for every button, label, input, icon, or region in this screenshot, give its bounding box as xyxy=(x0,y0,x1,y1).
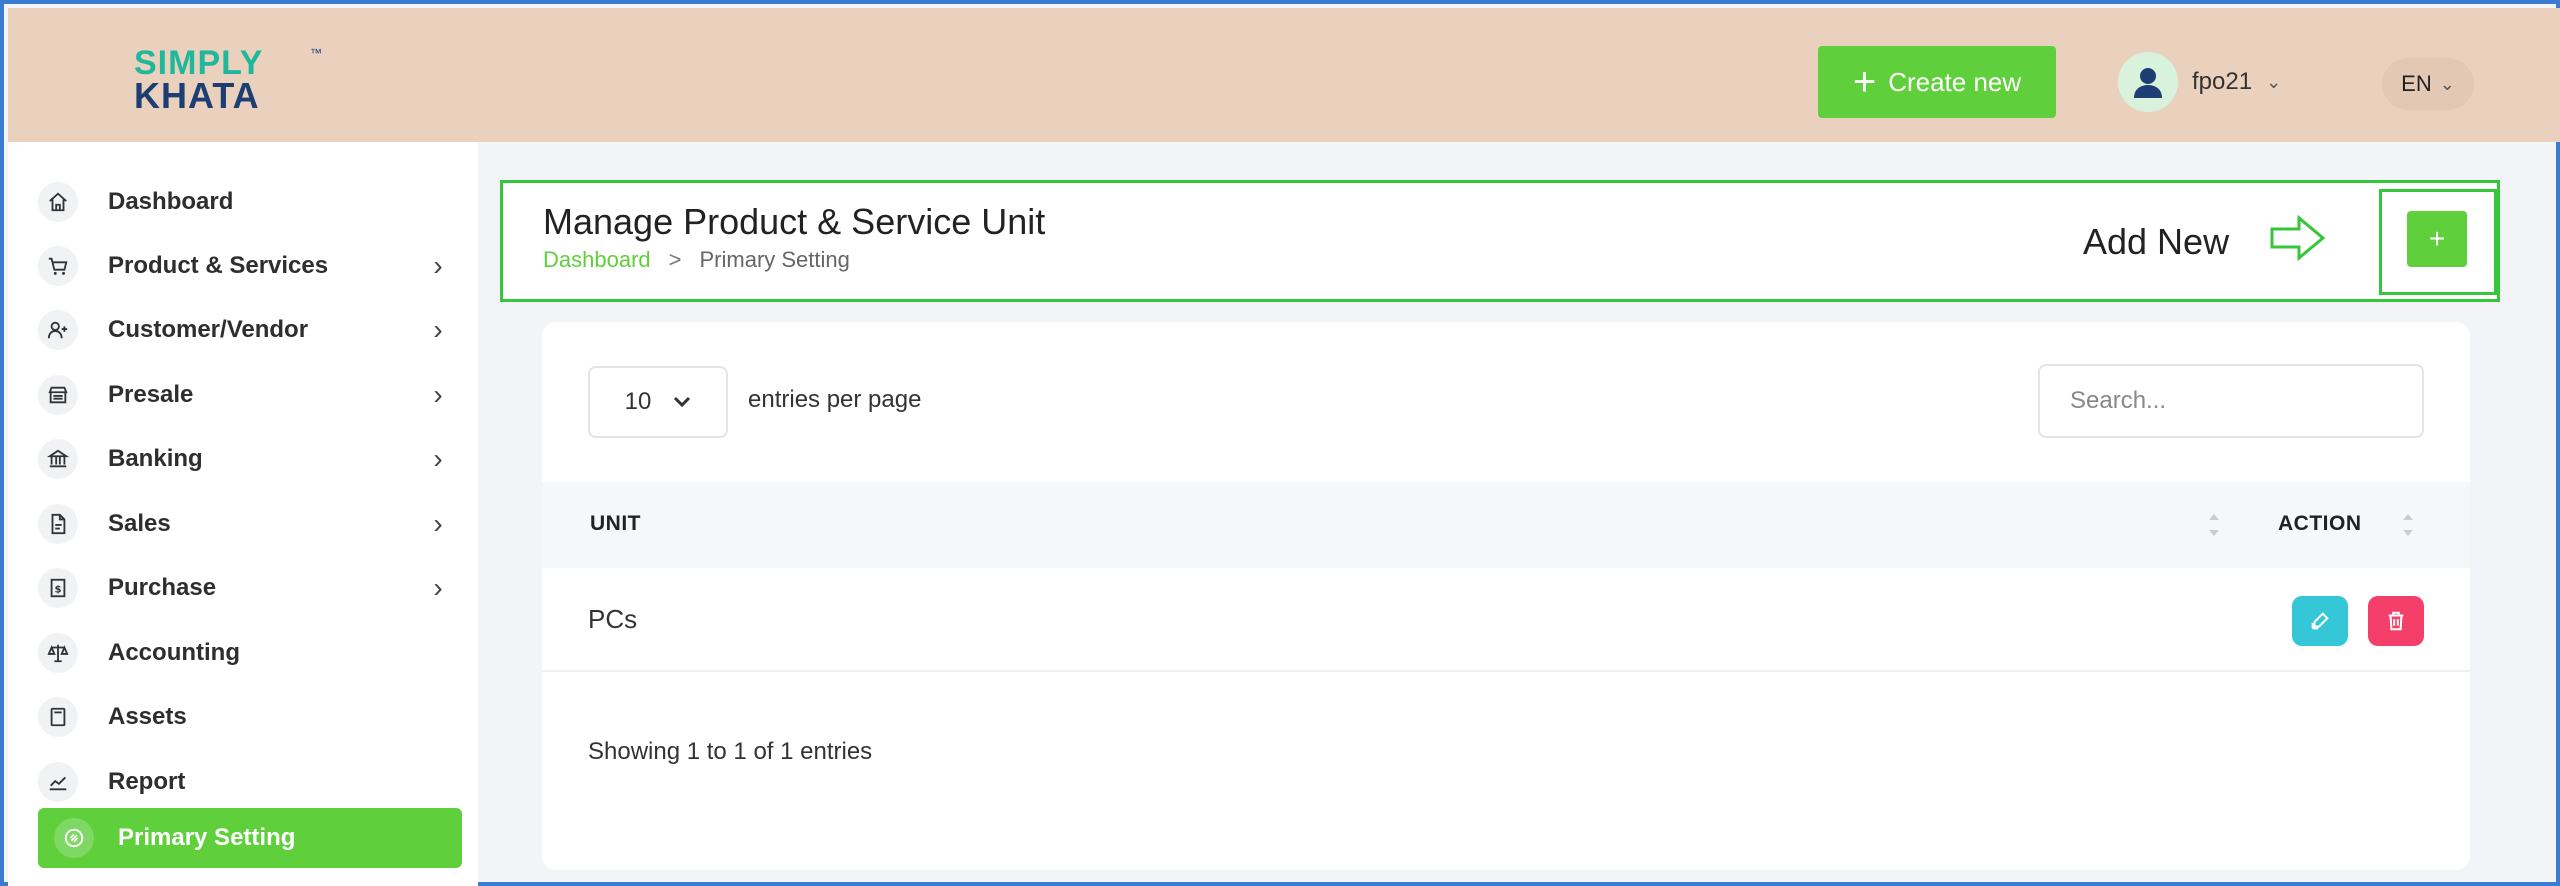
sidebar-item-label: Presale xyxy=(108,381,194,408)
table-row: PCs xyxy=(542,568,2470,672)
sidebar-item-customer-vendor[interactable]: Customer/Vendor › xyxy=(38,302,458,358)
sidebar-item-banking[interactable]: Banking › xyxy=(38,431,458,487)
logo-line-2: KHATA xyxy=(134,75,260,116)
create-new-button[interactable]: + Create new xyxy=(1818,46,2056,118)
sidebar-item-label: Report xyxy=(108,768,186,795)
add-new-button[interactable]: + xyxy=(2407,211,2467,267)
breadcrumb-link-dashboard[interactable]: Dashboard xyxy=(543,247,651,273)
entries-per-page-select[interactable]: 10 xyxy=(588,366,728,438)
sidebar-item-label: Primary Setting xyxy=(118,824,296,851)
scale-icon xyxy=(38,633,78,673)
entries-per-page-value: 10 xyxy=(624,388,652,415)
page-header: Manage Product & Service Unit Dashboard … xyxy=(500,180,2500,302)
column-header-unit[interactable]: UNIT xyxy=(590,512,641,536)
chevron-right-icon: › xyxy=(433,443,443,474)
user-plus-icon xyxy=(38,310,78,350)
user-menu[interactable]: fpo21 ⌄ xyxy=(2118,52,2281,112)
sidebar-item-label: Purchase xyxy=(108,574,217,601)
add-new-annotation: Add New xyxy=(2083,221,2230,262)
sidebar-item-label: Product & Services xyxy=(108,252,329,279)
table-header: UNIT ACTION xyxy=(542,482,2470,568)
user-name: fpo21 xyxy=(2192,68,2253,95)
sidebar-item-label: Customer/Vendor xyxy=(108,316,309,343)
chevron-right-icon: › xyxy=(433,250,443,281)
language-label: EN xyxy=(2401,71,2432,96)
sidebar-item-label: Sales xyxy=(108,510,171,537)
plus-icon: + xyxy=(1852,60,1877,104)
chevron-right-icon: › xyxy=(433,379,443,410)
chevron-down-icon: ⌄ xyxy=(2439,73,2455,94)
arrow-right-icon xyxy=(2270,214,2326,262)
sidebar-item-accounting[interactable]: Accounting xyxy=(38,625,458,681)
svg-text:$: $ xyxy=(54,585,61,596)
store-icon xyxy=(38,375,78,415)
sort-icon[interactable] xyxy=(2206,508,2222,542)
chevron-right-icon: › xyxy=(433,572,443,603)
bank-icon xyxy=(38,439,78,479)
user-icon xyxy=(2134,68,2162,98)
sidebar-item-presale[interactable]: Presale › xyxy=(38,367,458,423)
unit-table-card: 10 entries per page UNIT ACTION PCs xyxy=(542,322,2470,870)
language-selector[interactable]: EN ⌄ xyxy=(2382,58,2474,110)
sidebar-item-label: Dashboard xyxy=(108,188,234,215)
breadcrumb-separator: > xyxy=(668,247,682,272)
cart-icon xyxy=(38,246,78,286)
unit-cell: PCs xyxy=(588,604,638,634)
logo-trademark: ™ xyxy=(310,46,322,60)
sidebar-item-product-services[interactable]: Product & Services › xyxy=(38,238,458,294)
link-icon xyxy=(54,818,94,858)
sidebar-item-label: Accounting xyxy=(108,639,240,666)
calculator-icon xyxy=(38,697,78,737)
sidebar-item-label: Banking xyxy=(108,445,203,472)
trash-icon xyxy=(2388,611,2404,631)
chevron-down-icon: ⌄ xyxy=(2266,71,2282,92)
sidebar-item-primary-setting[interactable]: Primary Setting xyxy=(38,808,462,868)
edit-icon xyxy=(2311,612,2329,630)
sidebar-item-label: Assets xyxy=(108,703,187,730)
sidebar-item-dashboard[interactable]: Dashboard xyxy=(38,174,458,230)
edit-button[interactable] xyxy=(2292,596,2348,646)
entries-per-page-label: entries per page xyxy=(748,386,922,413)
home-icon xyxy=(38,182,78,222)
top-bar: SIMPLY KHATA ™ + Create new fpo21 ⌄ EN ⌄ xyxy=(8,8,2560,142)
sidebar-item-sales[interactable]: Sales › xyxy=(38,496,458,552)
chevron-right-icon: › xyxy=(433,508,443,539)
sort-icon[interactable] xyxy=(2400,508,2416,542)
avatar xyxy=(2118,52,2178,112)
column-header-action[interactable]: ACTION xyxy=(2278,512,2362,536)
sidebar-item-purchase[interactable]: $ Purchase › xyxy=(38,560,458,616)
brand-logo[interactable]: SIMPLY KHATA ™ xyxy=(134,46,334,116)
pagination-info: Showing 1 to 1 of 1 entries xyxy=(588,738,873,765)
sidebar: Dashboard Product & Services › Customer/… xyxy=(8,142,478,886)
breadcrumb: Dashboard > Primary Setting xyxy=(543,247,850,273)
search-input[interactable] xyxy=(2038,364,2424,438)
sidebar-item-report[interactable]: Report xyxy=(38,754,458,810)
delete-button[interactable] xyxy=(2368,596,2424,646)
breadcrumb-current: Primary Setting xyxy=(699,247,850,272)
chart-icon xyxy=(38,762,78,802)
document-icon xyxy=(38,504,78,544)
chevron-right-icon: › xyxy=(433,314,443,345)
sidebar-item-assets[interactable]: Assets xyxy=(38,689,458,745)
create-new-label: Create new xyxy=(1888,66,2022,97)
receipt-icon: $ xyxy=(38,568,78,608)
chevron-down-icon xyxy=(674,396,691,408)
page-title: Manage Product & Service Unit xyxy=(543,201,1046,242)
app-frame: SIMPLY KHATA ™ + Create new fpo21 ⌄ EN ⌄ xyxy=(0,0,2560,886)
